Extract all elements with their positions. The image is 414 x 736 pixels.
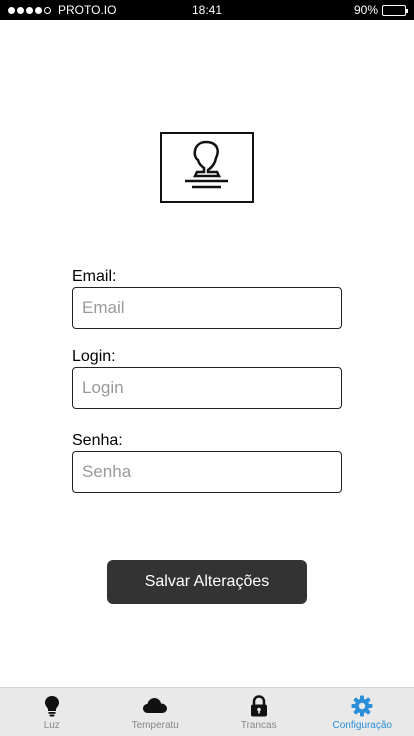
tab-label: Luz [43, 720, 60, 731]
password-label: Senha: [72, 432, 123, 449]
status-time: 18:41 [191, 3, 223, 17]
battery-status: 90% [353, 3, 408, 17]
tab-label: Configuração [332, 720, 392, 731]
lightbulb-icon [44, 696, 59, 717]
tab-trancas[interactable]: Trancas [207, 688, 311, 736]
tab-luz[interactable]: Luz [0, 688, 104, 736]
lock-icon [250, 695, 267, 717]
tab-bar: Luz Temperatu Trancas Configuração [0, 687, 414, 736]
login-field[interactable] [72, 367, 342, 409]
status-bar: PROTO.IO 18:41 90% [0, 0, 414, 20]
profile-card-icon [160, 132, 254, 203]
tab-temperatura[interactable]: Temperatu [104, 688, 208, 736]
gear-icon [351, 695, 373, 717]
battery-percent: 90% [353, 3, 378, 17]
save-changes-button[interactable]: Salvar Alterações [107, 560, 307, 604]
cloud-icon [143, 698, 168, 713]
tab-label: Trancas [240, 720, 277, 731]
tab-label: Temperatu [131, 720, 179, 731]
email-field[interactable] [72, 287, 342, 329]
tab-configuracao[interactable]: Configuração [311, 688, 414, 736]
login-label: Login: [72, 348, 116, 365]
battery-icon [382, 4, 408, 16]
email-label: Email: [72, 268, 117, 285]
password-field[interactable] [72, 451, 342, 493]
